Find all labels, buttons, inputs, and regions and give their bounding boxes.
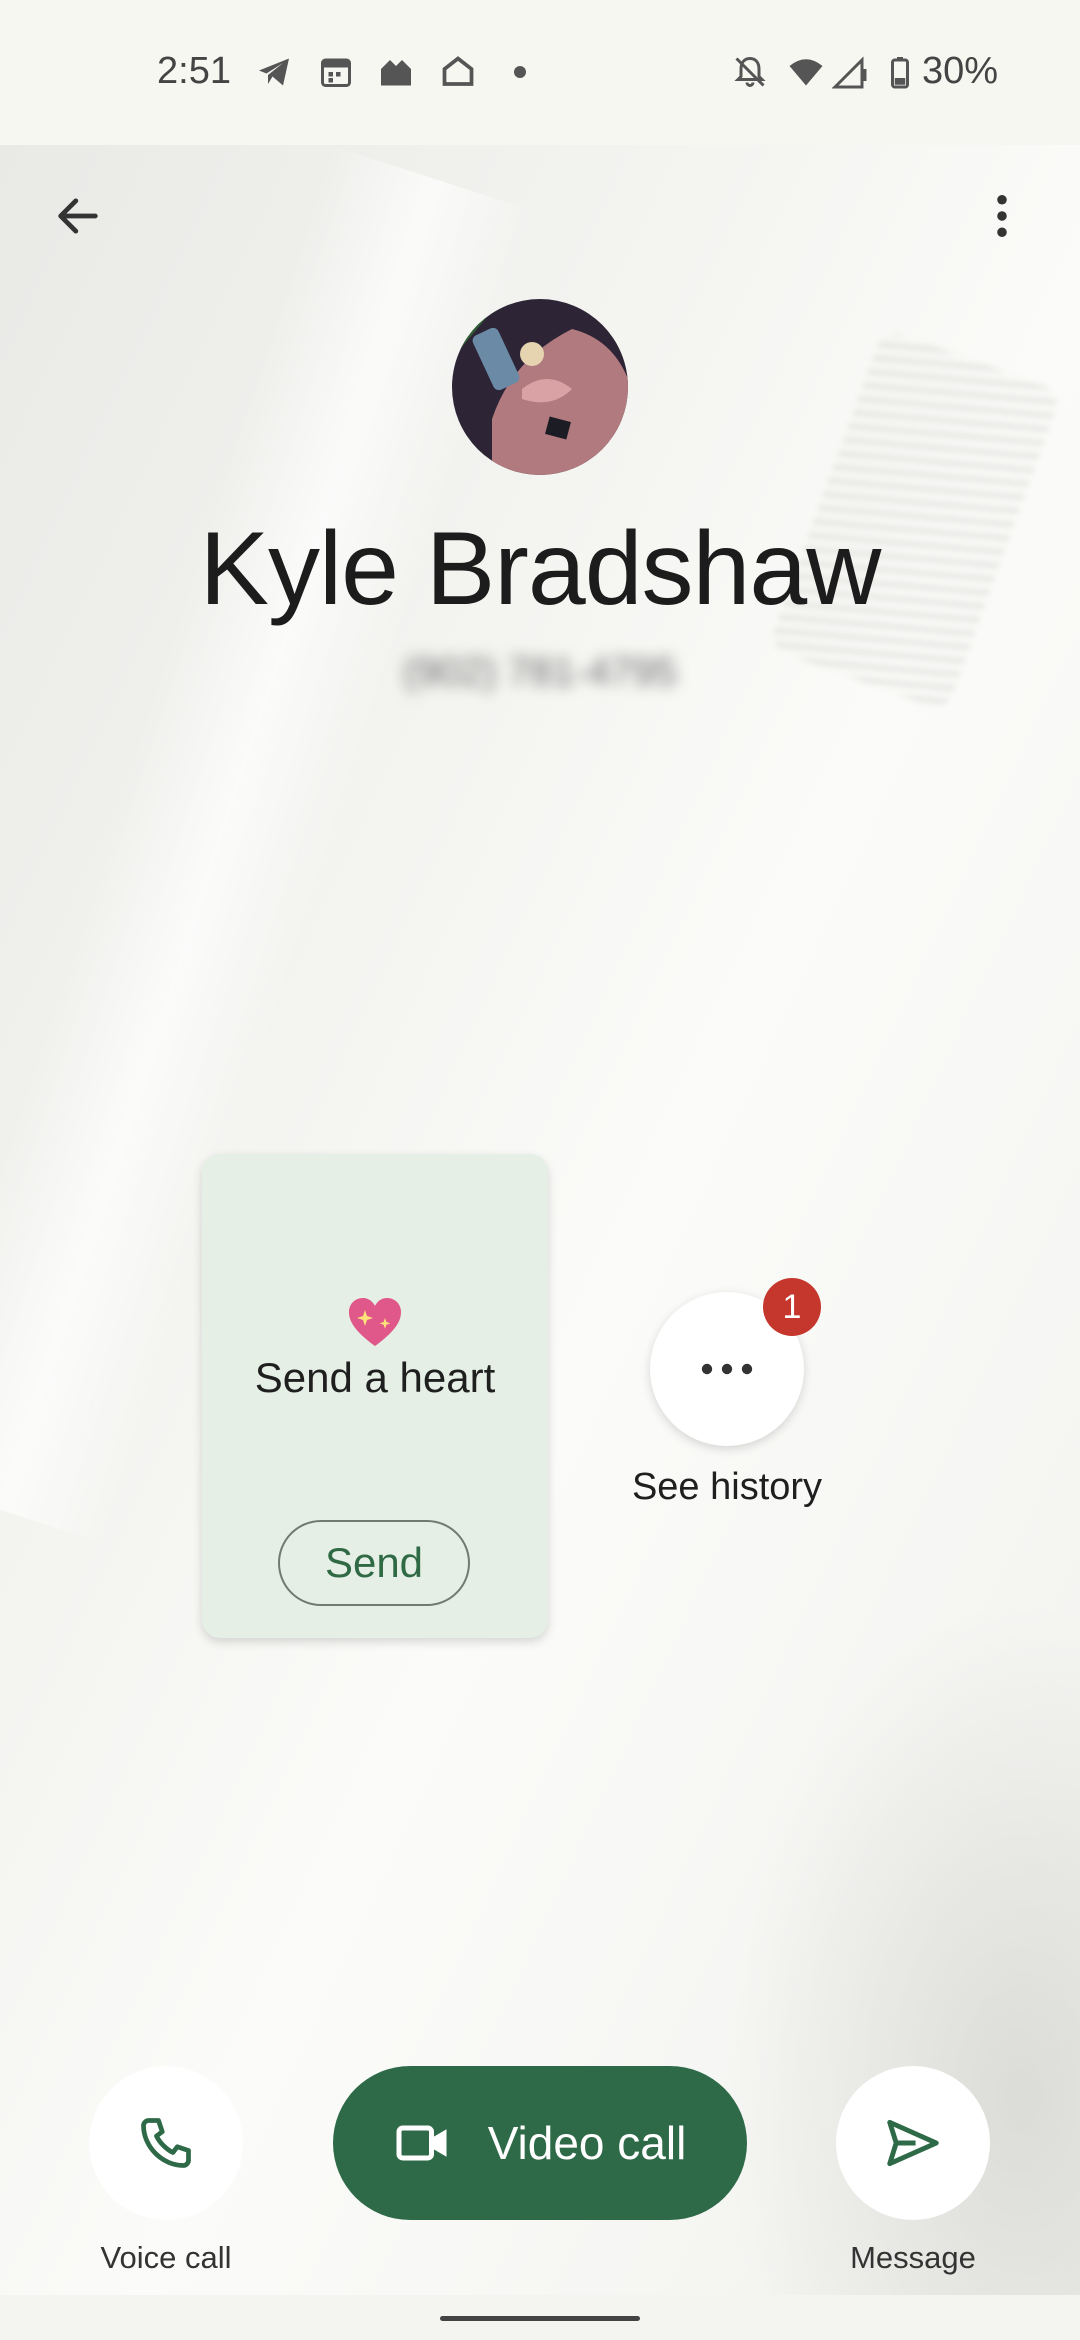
more-options-button[interactable]	[964, 178, 1040, 254]
back-button[interactable]	[40, 178, 116, 254]
video-call-label: Video call	[487, 2117, 687, 2169]
status-bar: 2:51 30%	[0, 0, 1080, 145]
send-icon	[887, 2119, 939, 2167]
calendar-icon	[321, 58, 351, 87]
google-home-icon	[381, 60, 411, 86]
battery-icon	[891, 57, 909, 89]
telegram-icon	[259, 58, 289, 86]
battery-percent: 30%	[922, 50, 999, 92]
sparkling-heart-icon	[349, 1298, 401, 1346]
voice-call-label: Voice call	[100, 2240, 232, 2275]
status-time: 2:51	[157, 50, 231, 92]
bell-off-icon	[734, 56, 766, 87]
arrow-back-icon	[58, 198, 98, 234]
home-icon	[442, 56, 474, 86]
see-history-label: See history	[631, 1466, 823, 1508]
wifi-icon	[789, 59, 823, 86]
video-call-button[interactable]: Video call	[333, 2066, 747, 2220]
contact-name: Kyle Bradshaw	[199, 511, 882, 627]
voice-call-button[interactable]	[89, 2066, 243, 2220]
phone-icon	[141, 2118, 191, 2168]
message-button[interactable]	[836, 2066, 990, 2220]
more-horiz-icon	[701, 1363, 753, 1375]
contact-number: (902) 781-4795	[403, 650, 677, 694]
message-label: Message	[850, 2240, 976, 2275]
dot-icon	[514, 66, 526, 78]
history-badge: 1	[763, 1278, 821, 1336]
send-heart-title: Send a heart	[254, 1354, 496, 1401]
home-indicator[interactable]	[440, 2316, 640, 2321]
avatar-image	[452, 299, 628, 475]
more-vert-icon	[997, 194, 1007, 238]
cell-signal-icon	[832, 56, 867, 89]
send-heart-card: Send a heart Send	[202, 1154, 548, 1638]
send-heart-button[interactable]: Send	[278, 1520, 470, 1606]
videocam-icon	[396, 2125, 447, 2161]
contact-avatar[interactable]	[452, 299, 628, 475]
